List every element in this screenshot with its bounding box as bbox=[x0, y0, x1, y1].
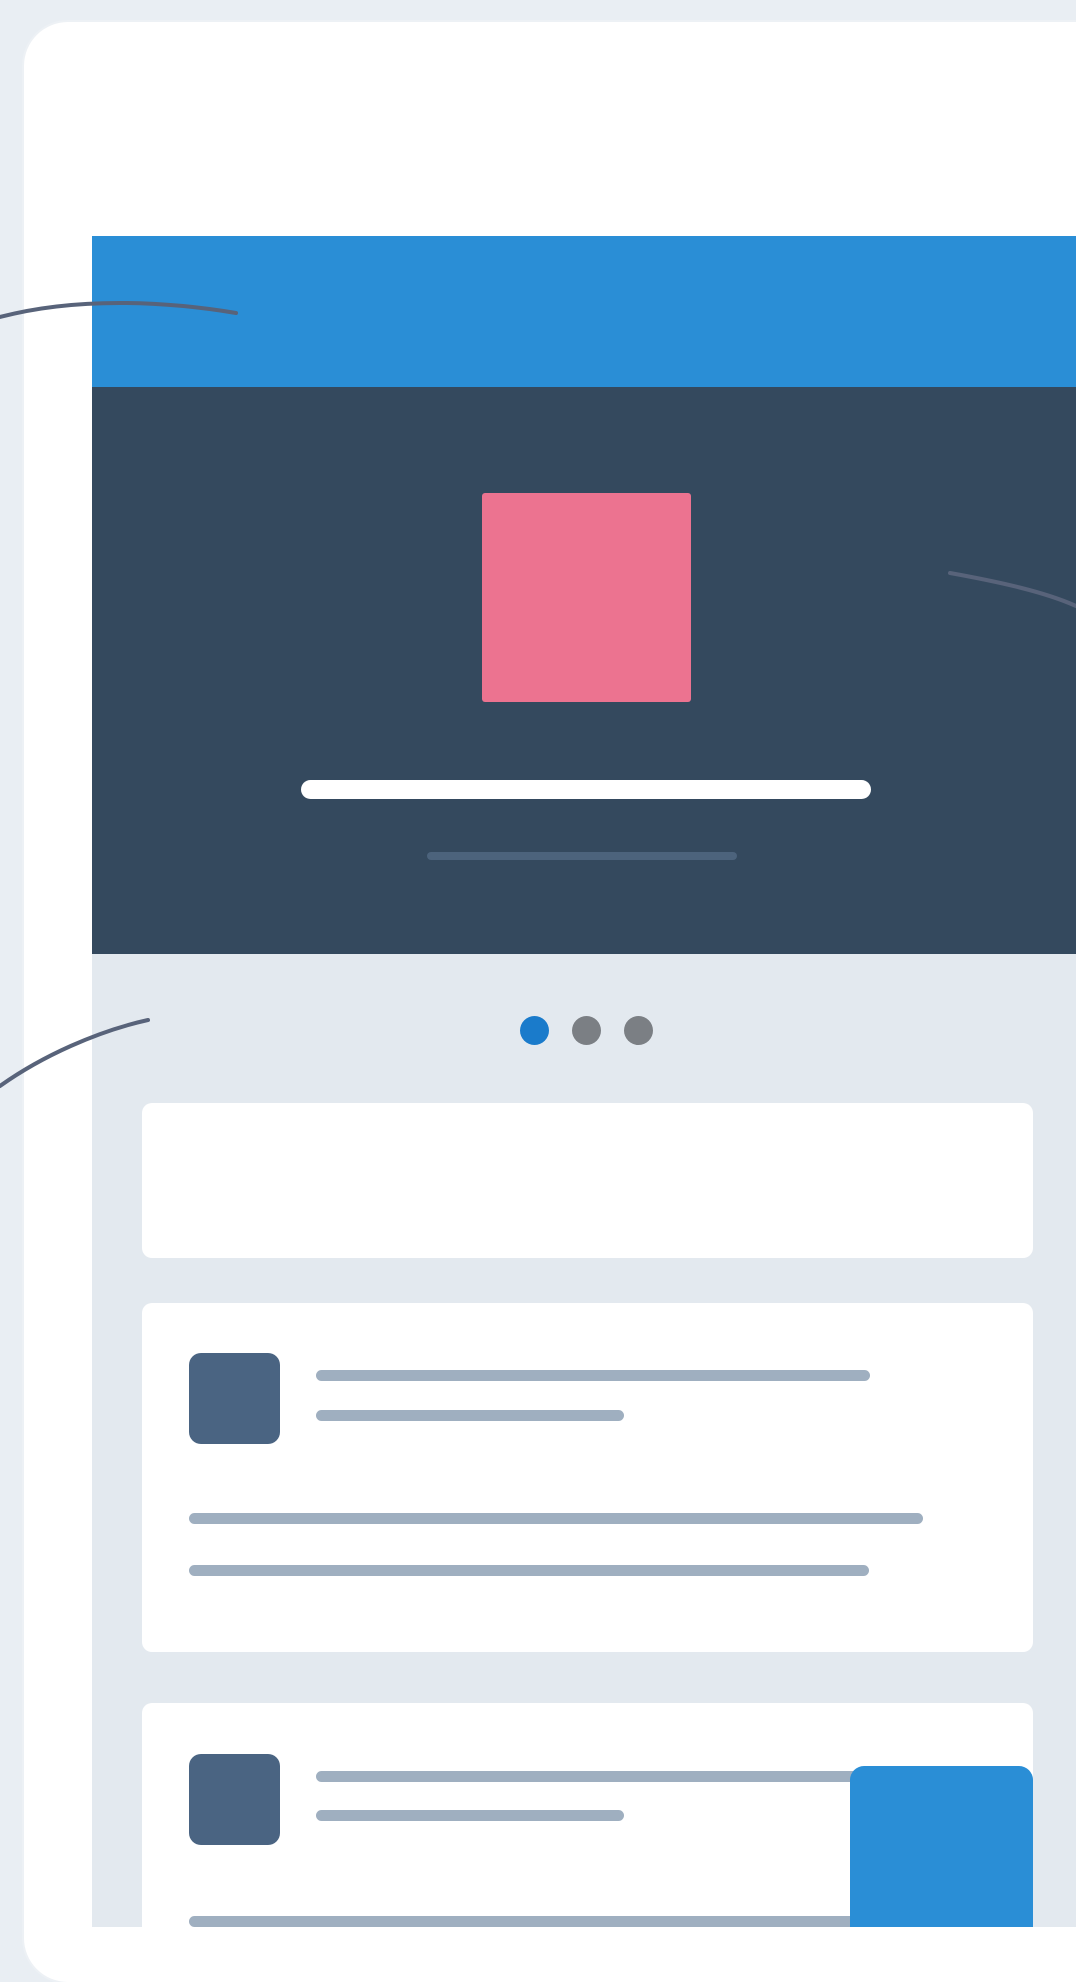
avatar bbox=[189, 1754, 280, 1845]
app-bar bbox=[92, 236, 1076, 387]
body-line-placeholder bbox=[189, 1916, 889, 1927]
title-line-placeholder bbox=[316, 1370, 870, 1381]
avatar bbox=[189, 1353, 280, 1444]
hero-title-placeholder bbox=[301, 780, 871, 799]
title-line-placeholder bbox=[316, 1771, 876, 1782]
hero-image-placeholder bbox=[482, 493, 691, 702]
carousel-page-indicator bbox=[92, 1016, 1076, 1046]
hero-subtitle-placeholder bbox=[427, 852, 737, 860]
body-line-placeholder bbox=[189, 1513, 923, 1524]
app-screen bbox=[92, 236, 1076, 1927]
list-card-1[interactable] bbox=[142, 1303, 1033, 1652]
body-line-placeholder bbox=[189, 1565, 869, 1576]
carousel-dot-3[interactable] bbox=[624, 1016, 653, 1045]
hero-banner bbox=[92, 387, 1076, 954]
carousel-dot-2[interactable] bbox=[572, 1016, 601, 1045]
subtitle-line-placeholder bbox=[316, 1410, 624, 1421]
subtitle-line-placeholder bbox=[316, 1810, 624, 1821]
carousel-dot-1[interactable] bbox=[520, 1016, 549, 1045]
empty-card[interactable] bbox=[142, 1103, 1033, 1258]
floating-action-button[interactable] bbox=[850, 1766, 1033, 1927]
